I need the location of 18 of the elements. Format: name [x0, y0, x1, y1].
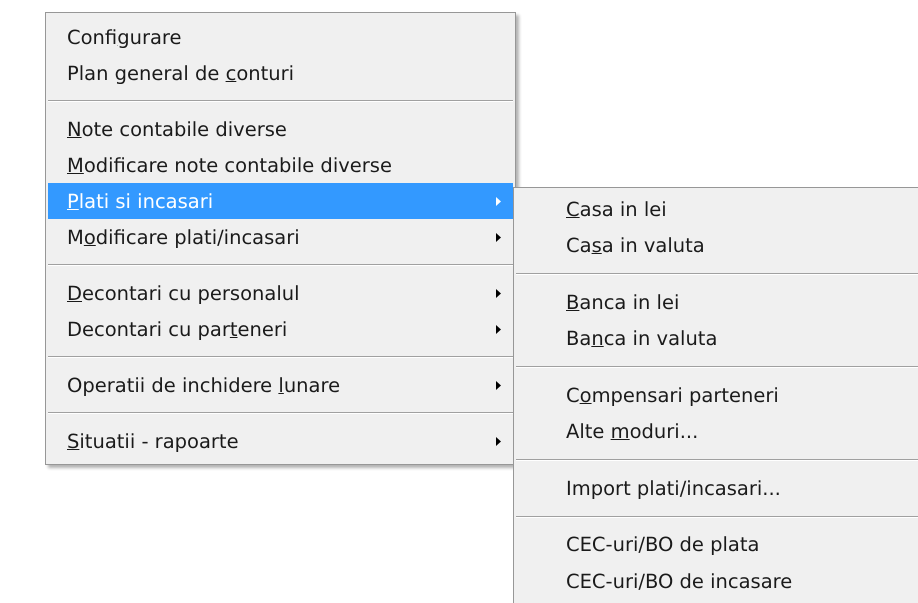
menu-item[interactable]: Alte moduri...: [516, 414, 918, 450]
menu-item[interactable]: Casa in lei: [516, 191, 918, 228]
menu-item[interactable]: Configurare: [48, 19, 513, 55]
menu-item[interactable]: Situatii - rapoarte: [48, 423, 513, 459]
menu-item[interactable]: Casa in valuta: [516, 228, 918, 264]
menu-item[interactable]: Modificare plati/incasari: [48, 219, 513, 255]
menu-item[interactable]: Banca in valuta: [516, 320, 918, 357]
menu-item[interactable]: CEC-uri/BO de incasare: [516, 563, 918, 600]
menu-item[interactable]: Plan general de conturi: [48, 55, 513, 91]
menu-item[interactable]: Import plati/incasari...: [516, 470, 918, 506]
menu-item[interactable]: Decontari cu personalul: [48, 275, 513, 311]
menu-item[interactable]: Modificare note contabile diverse: [48, 147, 513, 183]
menu-item[interactable]: Note contabile diverse: [48, 111, 513, 147]
menu-item[interactable]: Banca in lei: [516, 284, 918, 320]
menu-item[interactable]: CEC-uri/BO de plata: [516, 526, 918, 563]
menu-item[interactable]: Operatii de inchidere lunare: [48, 367, 513, 403]
menu-item[interactable]: Compensari parteneri: [516, 377, 918, 414]
menu-item[interactable]: Decontari cu parteneri: [48, 311, 513, 347]
